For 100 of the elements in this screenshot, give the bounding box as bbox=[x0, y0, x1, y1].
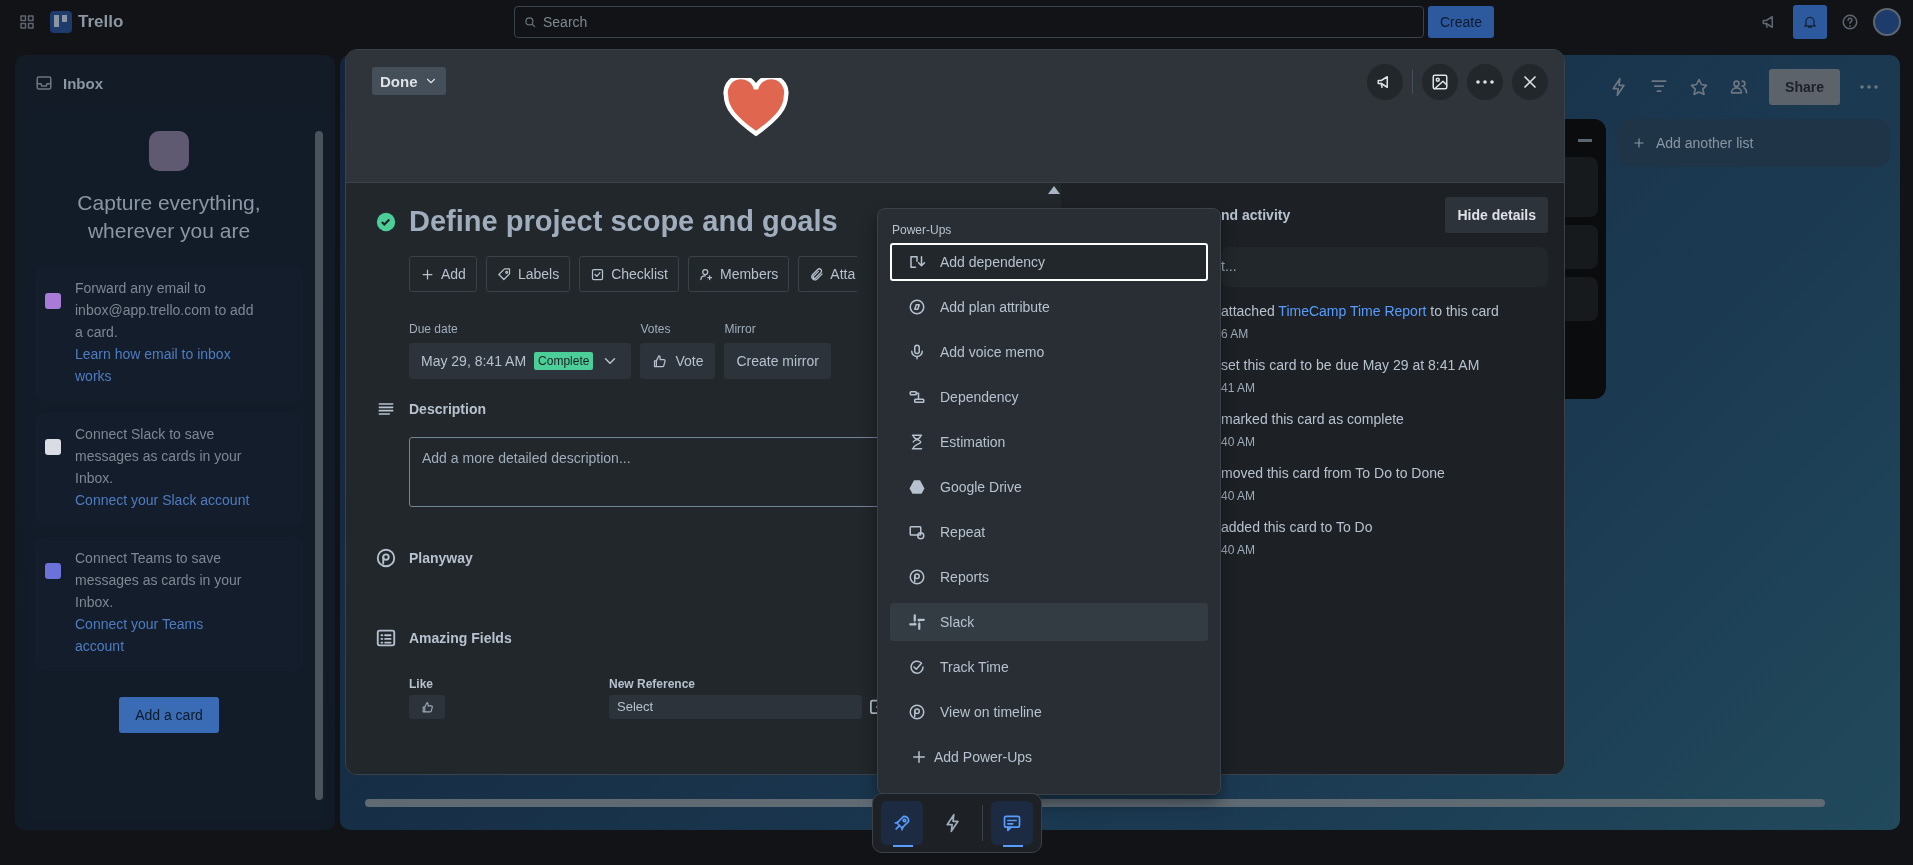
person-plus-icon bbox=[699, 266, 714, 282]
plus-icon bbox=[420, 266, 435, 282]
search-field[interactable]: Search bbox=[514, 6, 1424, 38]
bell-icon bbox=[1802, 14, 1818, 30]
section-heading: Description bbox=[409, 401, 486, 417]
inbox-illustration bbox=[149, 131, 189, 171]
comment-icon bbox=[1001, 813, 1022, 833]
field-label: Like bbox=[409, 677, 434, 691]
section-heading: Planyway bbox=[409, 550, 473, 566]
menu-item[interactable]: Add plan attribute bbox=[890, 288, 1208, 326]
paperclip-icon bbox=[809, 266, 825, 282]
source-description: Forward any email to inbox@app.trello.com to add a card. bbox=[75, 279, 255, 342]
reference-select[interactable]: Select bbox=[609, 695, 862, 719]
section-heading: Amazing Fields bbox=[409, 630, 512, 646]
due-date-dropdown[interactable]: May 29, 8:41 AM Complete bbox=[409, 343, 632, 379]
activity-time: 40 AM bbox=[1221, 543, 1257, 557]
planyway-logo-icon bbox=[908, 568, 926, 586]
list-icon bbox=[375, 627, 397, 649]
menu-title: Power-Ups bbox=[891, 223, 953, 237]
field-label: New Reference bbox=[609, 677, 697, 691]
menu-item[interactable]: Add dependency bbox=[890, 243, 1208, 281]
list-dropdown[interactable]: Done bbox=[372, 67, 446, 95]
activity-time: 40 AM bbox=[1221, 489, 1257, 503]
comments-button[interactable] bbox=[990, 801, 1033, 845]
activity-heading: nd activity bbox=[1221, 207, 1291, 223]
announce-button[interactable] bbox=[1367, 64, 1403, 100]
power-ups-button[interactable] bbox=[881, 801, 924, 845]
activity-text: moved this card from To Do to Done bbox=[1221, 465, 1446, 481]
activity-text: set this card to be due May 29 at 8:41 AM bbox=[1221, 357, 1481, 373]
planyway-logo-icon bbox=[908, 703, 926, 721]
activity-time: 40 AM bbox=[1221, 435, 1257, 449]
source-description: Connect Teams to save messages as cards in your Inbox. bbox=[75, 549, 243, 612]
activity-text: marked this card as complete bbox=[1221, 411, 1405, 427]
menu-item[interactable]: Repeat bbox=[890, 513, 1208, 551]
activity-text: added this card to To Do bbox=[1221, 519, 1374, 535]
add-button[interactable]: Add bbox=[409, 256, 477, 292]
menu-item[interactable]: Slack bbox=[890, 603, 1208, 641]
close-button[interactable] bbox=[1512, 64, 1548, 100]
source-link[interactable]: Learn how email to inbox works bbox=[75, 343, 255, 387]
menu-item[interactable]: Track Time bbox=[890, 648, 1208, 686]
source-logo-icon bbox=[45, 293, 61, 309]
scrollbar[interactable] bbox=[315, 131, 323, 800]
checklist-button[interactable]: Checklist bbox=[579, 256, 679, 292]
plus-icon bbox=[1632, 136, 1646, 150]
inbox-heading: Capture everything, wherever you are bbox=[76, 190, 262, 244]
inbox-icon bbox=[35, 74, 53, 92]
app-name: Trello bbox=[78, 12, 124, 32]
complete-check-icon[interactable] bbox=[376, 211, 396, 232]
add-list-label: Add another list bbox=[1656, 135, 1754, 151]
menu-item[interactable]: Dependency bbox=[890, 378, 1208, 416]
checkbox-icon bbox=[590, 266, 606, 282]
people-icon bbox=[1729, 77, 1750, 97]
field-label: Votes bbox=[640, 322, 672, 336]
attachment-button[interactable]: Atta bbox=[798, 256, 858, 292]
card-title: Define project scope and goals bbox=[409, 205, 838, 238]
menu-item[interactable]: Add voice memo bbox=[890, 333, 1208, 371]
more-icon bbox=[1476, 80, 1494, 84]
microphone-icon bbox=[908, 343, 926, 361]
more-button[interactable] bbox=[1467, 64, 1503, 100]
comment-field[interactable]: t... bbox=[1221, 247, 1548, 287]
thumbs-up-icon bbox=[652, 353, 668, 369]
help-icon bbox=[1841, 13, 1859, 31]
source-link[interactable]: Connect your Teams account bbox=[75, 613, 255, 657]
members-button[interactable]: Members bbox=[688, 256, 790, 292]
add-list-button[interactable]: Add another list bbox=[1618, 119, 1890, 167]
hide-details-button[interactable]: Hide details bbox=[1445, 197, 1548, 233]
source-description: Connect Slack to save messages as cards in your Inbox. bbox=[75, 425, 243, 488]
activity-time: 6 AM bbox=[1221, 327, 1250, 341]
cover-image-button[interactable] bbox=[1422, 64, 1458, 100]
inbox-title: Inbox bbox=[63, 74, 103, 92]
compass-icon bbox=[908, 298, 926, 316]
heart-sticker bbox=[722, 78, 790, 138]
avatar[interactable] bbox=[1873, 8, 1901, 36]
attachment-link[interactable]: TimeCamp Time Report bbox=[1278, 303, 1427, 319]
menu-item[interactable]: View on timeline bbox=[890, 693, 1208, 731]
labels-button[interactable]: Labels bbox=[485, 256, 571, 292]
vote-button[interactable]: Vote bbox=[640, 343, 716, 379]
status-badge: Complete bbox=[534, 352, 594, 370]
check-circle-icon bbox=[908, 658, 926, 676]
apps-grid-icon bbox=[18, 13, 36, 31]
menu-item[interactable]: Reports bbox=[890, 558, 1208, 596]
activity-text: attached TimeCamp Time Report to this card bbox=[1221, 303, 1500, 319]
star-icon bbox=[1689, 77, 1710, 97]
image-icon bbox=[1431, 73, 1449, 91]
menu-item[interactable]: Add Power-Ups bbox=[890, 738, 1208, 776]
arrow-branch-icon bbox=[908, 253, 926, 271]
more-icon bbox=[1860, 85, 1878, 89]
tag-icon bbox=[496, 266, 512, 282]
trello-logo-icon[interactable] bbox=[50, 11, 72, 33]
source-logo-icon bbox=[45, 563, 61, 579]
activity-time: 41 AM bbox=[1221, 381, 1257, 395]
planyway-logo-icon bbox=[375, 547, 397, 569]
like-button[interactable] bbox=[409, 695, 445, 719]
field-label: Mirror bbox=[724, 322, 757, 336]
thumbs-up-icon bbox=[420, 700, 434, 714]
source-link[interactable]: Connect your Slack account bbox=[75, 489, 255, 511]
plus-icon bbox=[910, 748, 928, 766]
field-label: Due date bbox=[409, 322, 459, 336]
create-mirror-button[interactable]: Create mirror bbox=[724, 343, 831, 379]
screen-cycle-icon bbox=[908, 523, 926, 541]
